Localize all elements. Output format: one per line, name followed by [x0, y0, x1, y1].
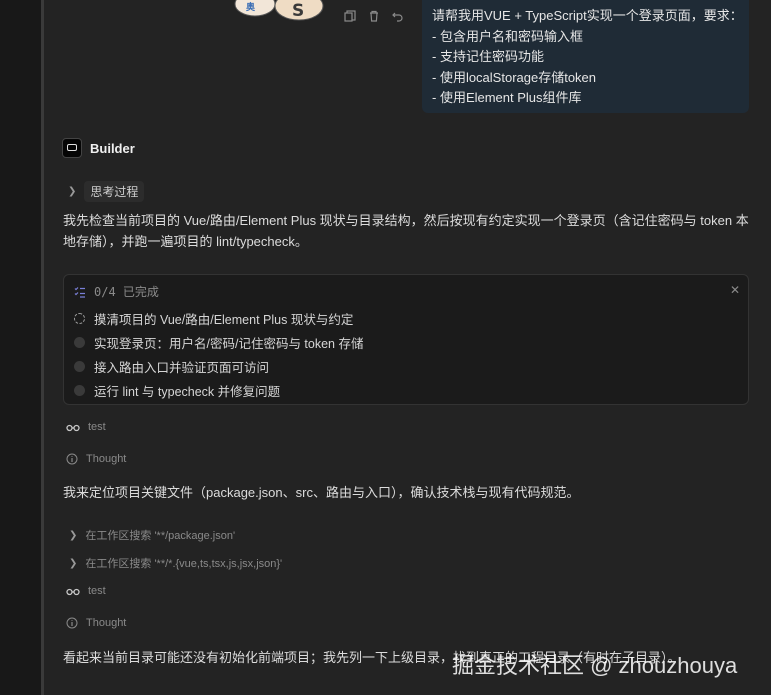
info-icon: [66, 453, 78, 465]
builder-logo-icon: [62, 138, 82, 158]
tool-call-test[interactable]: test: [66, 585, 106, 597]
search-tool-call[interactable]: ❯ 在工作区搜索 '**/package.json': [69, 527, 235, 543]
todo-pending-icon: [74, 385, 85, 396]
search-tool-label: 在工作区搜索 '**/*.{vue,ts,tsx,js,jsx,json}': [85, 558, 283, 570]
message-actions: [343, 9, 405, 23]
user-message-line: - 使用Element Plus组件库: [432, 90, 582, 105]
tool-call-test[interactable]: test: [66, 421, 106, 433]
assistant-header: Builder: [62, 138, 135, 158]
sticker-image: 奥 S: [234, 0, 324, 21]
undo-icon[interactable]: [391, 9, 405, 23]
chevron-right-icon: ❯: [69, 557, 78, 569]
todo-item-label: 实现登录页：用户名/密码/记住密码与 token 存储: [94, 337, 364, 351]
todo-item: 接入路由入口并验证页面可访问: [74, 357, 269, 376]
todo-item: 摸清项目的 Vue/路由/Element Plus 现状与约定: [74, 309, 353, 328]
user-message-line: - 使用localStorage存储token: [432, 69, 597, 85]
in-progress-icon: [74, 313, 85, 324]
svg-text:奥: 奥: [245, 1, 256, 13]
tool-call-label: test: [88, 585, 106, 597]
chevron-right-icon: ❯: [68, 186, 77, 197]
todo-progress: 0/4 已完成: [94, 285, 159, 299]
todo-pending-icon: [74, 361, 85, 372]
thought-label: Thought: [86, 453, 127, 465]
assistant-text: 我来定位项目关键文件（package.json、src、路由与入口），确认技术栈…: [63, 485, 580, 500]
left-rail: [0, 0, 41, 695]
chevron-right-icon: ❯: [69, 529, 78, 541]
user-message-line: 请帮我用VUE + TypeScript实现一个登录页面，要求：: [432, 8, 743, 23]
glasses-icon: [66, 424, 80, 432]
info-icon: [66, 617, 78, 629]
todo-item: 实现登录页：用户名/密码/记住密码与 token 存储: [74, 333, 363, 352]
todo-pending-icon: [74, 337, 85, 348]
thinking-toggle[interactable]: ❯ 思考过程: [68, 181, 145, 202]
watermark: 掘金技术社区 @ zhouzhouya: [452, 653, 738, 678]
svg-text:S: S: [292, 1, 304, 21]
glasses-icon: [66, 588, 80, 596]
thought-label: Thought: [86, 617, 127, 629]
thought-row[interactable]: Thought: [66, 617, 126, 629]
user-message-line: - 包含用户名和密码输入框: [432, 28, 583, 44]
todo-item-label: 运行 lint 与 typecheck 并修复问题: [94, 385, 281, 399]
todo-item-label: 摸清项目的 Vue/路由/Element Plus 现状与约定: [94, 313, 354, 327]
user-message-bubble: 请帮我用VUE + TypeScript实现一个登录页面，要求： - 包含用户名…: [422, 0, 749, 113]
checklist-icon: [74, 286, 85, 298]
assistant-name: Builder: [90, 140, 135, 156]
search-tool-call[interactable]: ❯ 在工作区搜索 '**/*.{vue,ts,tsx,js,jsx,json}': [69, 555, 282, 571]
todo-item: 运行 lint 与 typecheck 并修复问题: [74, 381, 280, 400]
tool-call-label: test: [88, 421, 106, 433]
todo-list-card: 0/4 已完成 ✕ 摸清项目的 Vue/路由/Element Plus 现状与约…: [63, 274, 749, 405]
todo-header: 0/4 已完成: [74, 283, 159, 300]
thinking-label: 思考过程: [84, 181, 145, 202]
todo-item-label: 接入路由入口并验证页面可访问: [94, 361, 270, 375]
copy-icon[interactable]: [343, 9, 357, 23]
thought-row[interactable]: Thought: [66, 453, 126, 465]
delete-icon[interactable]: [367, 9, 381, 23]
user-message-line: - 支持记住密码功能: [432, 49, 544, 64]
assistant-intro-text: 我先检查当前项目的 Vue/路由/Element Plus 现状与目录结构，然后…: [63, 213, 749, 249]
search-tool-label: 在工作区搜索 '**/package.json': [85, 530, 236, 542]
collapse-icon[interactable]: ✕: [730, 283, 740, 297]
